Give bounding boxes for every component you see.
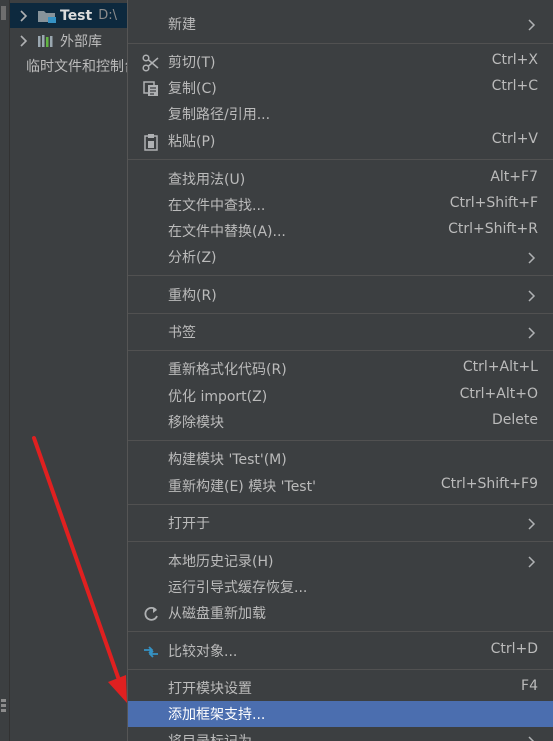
menu-item-label: 复制路径/引用... [168, 107, 271, 123]
reload-icon [144, 606, 158, 621]
menu-item-compare-with[interactable]: 比较对象... Ctrl+D [128, 638, 553, 664]
menu-item-label: 打开于 [168, 516, 210, 532]
compare-icon [144, 646, 158, 658]
chevron-right-icon[interactable] [16, 9, 30, 23]
menu-item-cut[interactable]: 剪切(T) Ctrl+X [128, 49, 553, 75]
folder-module-icon [38, 10, 56, 23]
menu-separator [128, 313, 553, 314]
menu-item-label: 在文件中替换(A)... [168, 224, 286, 240]
menu-item-module-settings[interactable]: 打开模块设置 F4 [128, 675, 553, 701]
project-tree: Test D:\ 外部库 临时文件和控制台 [10, 0, 128, 741]
tree-path: D:\ [98, 8, 117, 23]
menu-item-label: 运行引导式缓存恢复... [168, 580, 308, 596]
menu-separator [128, 504, 553, 505]
menu-item-label: 优化 import(Z) [168, 389, 268, 405]
menu-item-label: 书签 [168, 325, 196, 341]
menu-item-label: 将目录标记为 [168, 731, 252, 741]
menu-item-shortcut: Ctrl+C [491, 78, 538, 94]
menu-separator [128, 159, 553, 160]
tree-item-external-libraries[interactable]: 外部库 [10, 28, 128, 53]
menu-item-label: 打开模块设置 [168, 681, 252, 697]
tool-strip-tab[interactable] [1, 6, 6, 20]
menu-item-label: 在文件中查找... [168, 198, 266, 214]
menu-item-bookmarks[interactable]: 书签 [128, 319, 553, 345]
tool-strip-label-icon[interactable] [0, 698, 7, 714]
submenu-arrow-icon [528, 518, 536, 530]
menu-item-copy-path[interactable]: 复制路径/引用... [128, 101, 553, 127]
submenu-arrow-icon [528, 252, 536, 264]
menu-item-shortcut: Ctrl+Alt+O [459, 386, 538, 402]
scissors-icon [142, 54, 159, 72]
menu-item-rebuild-module[interactable]: 重新构建(E) 模块 'Test' Ctrl+Shift+F9 [128, 473, 553, 499]
menu-item-shortcut: Ctrl+V [491, 131, 538, 147]
menu-item-refactor[interactable]: 重构(R) [128, 282, 553, 308]
menu-item-label: 剪切(T) [168, 55, 216, 71]
menu-separator [128, 631, 553, 632]
menu-item-open-in[interactable]: 打开于 [128, 510, 553, 536]
menu-item-label: 粘贴(P) [168, 134, 216, 150]
menu-item-reformat-code[interactable]: 重新格式化代码(R) Ctrl+Alt+L [128, 356, 553, 382]
menu-item-label: 重构(R) [168, 288, 217, 304]
menu-separator [128, 350, 553, 351]
submenu-arrow-icon [528, 556, 536, 568]
menu-item-shortcut: Ctrl+X [491, 52, 538, 68]
menu-item-paste[interactable]: 粘贴(P) Ctrl+V [128, 128, 553, 154]
menu-item-new[interactable]: 新建 [128, 11, 553, 37]
paste-icon [144, 134, 158, 151]
menu-item-shortcut: Ctrl+Alt+L [462, 359, 538, 375]
menu-item-shortcut: Ctrl+Shift+R [448, 221, 538, 237]
menu-separator [128, 275, 553, 276]
menu-item-replace-in-files[interactable]: 在文件中替换(A)... Ctrl+Shift+R [128, 218, 553, 244]
submenu-arrow-icon [528, 736, 535, 741]
menu-item-reload-from-disk[interactable]: 从磁盘重新加载 [128, 600, 553, 626]
left-tool-strip [0, 0, 10, 741]
library-icon [38, 34, 53, 47]
menu-item-cache-recovery[interactable]: 运行引导式缓存恢复... [128, 574, 553, 600]
menu-item-label: 移除模块 [168, 415, 224, 431]
tree-item-test[interactable]: Test D:\ [10, 3, 128, 28]
menu-item-shortcut: Ctrl+D [490, 641, 538, 657]
menu-separator [128, 541, 553, 542]
menu-item-label: 比较对象... [168, 644, 238, 660]
chevron-right-icon[interactable] [16, 34, 30, 48]
menu-item-local-history[interactable]: 本地历史记录(H) [128, 548, 553, 574]
menu-item-find-in-files[interactable]: 在文件中查找... Ctrl+Shift+F [128, 192, 553, 218]
menu-item-shortcut: Alt+F7 [490, 169, 538, 185]
submenu-arrow-icon [528, 327, 536, 339]
menu-item-label: 添加框架支持... [168, 707, 266, 723]
menu-item-optimize-imports[interactable]: 优化 import(Z) Ctrl+Alt+O [128, 383, 553, 409]
menu-item-label: 复制(C) [168, 81, 217, 97]
tree-label: 外部库 [60, 33, 102, 50]
menu-item-label: 重新构建(E) 模块 'Test' [168, 479, 316, 495]
menu-item-label: 新建 [168, 17, 196, 33]
menu-item-analyze[interactable]: 分析(Z) [128, 244, 553, 270]
menu-item-shortcut: F4 [521, 678, 538, 694]
menu-item-find-usages[interactable]: 查找用法(U) Alt+F7 [128, 166, 553, 192]
menu-separator [128, 669, 553, 670]
submenu-arrow-icon [528, 19, 536, 31]
tree-label: 临时文件和控制台 [26, 58, 128, 75]
menu-item-add-framework-support[interactable]: 添加框架支持... [128, 701, 553, 727]
menu-item-shortcut: Ctrl+Shift+F9 [440, 476, 538, 492]
menu-item-copy[interactable]: 复制(C) Ctrl+C [128, 75, 553, 101]
menu-item-label: 本地历史记录(H) [168, 554, 274, 570]
menu-item-label: 分析(Z) [168, 250, 217, 266]
tree-label: Test [60, 7, 93, 24]
menu-item-mark-directory-as[interactable]: 将目录标记为 [128, 728, 553, 741]
copy-icon [143, 81, 158, 96]
menu-item-label: 构建模块 'Test'(M) [168, 452, 287, 468]
menu-item-label: 从磁盘重新加载 [168, 606, 266, 622]
menu-separator [128, 43, 553, 44]
menu-item-shortcut: Ctrl+Shift+F [449, 195, 538, 211]
menu-separator [128, 440, 553, 441]
menu-item-build-module[interactable]: 构建模块 'Test'(M) [128, 446, 553, 472]
menu-item-remove-module[interactable]: 移除模块 Delete [128, 409, 553, 435]
menu-item-label: 查找用法(U) [168, 172, 246, 188]
menu-item-label: 重新格式化代码(R) [168, 362, 287, 378]
tree-item-scratches[interactable]: 临时文件和控制台 [10, 53, 128, 78]
submenu-arrow-icon [528, 290, 536, 302]
context-menu: 新建 剪切(T) Ctrl+X 复制(C) Ctrl+C 复制路径/引用... … [127, 0, 553, 741]
menu-item-shortcut: Delete [492, 412, 538, 428]
